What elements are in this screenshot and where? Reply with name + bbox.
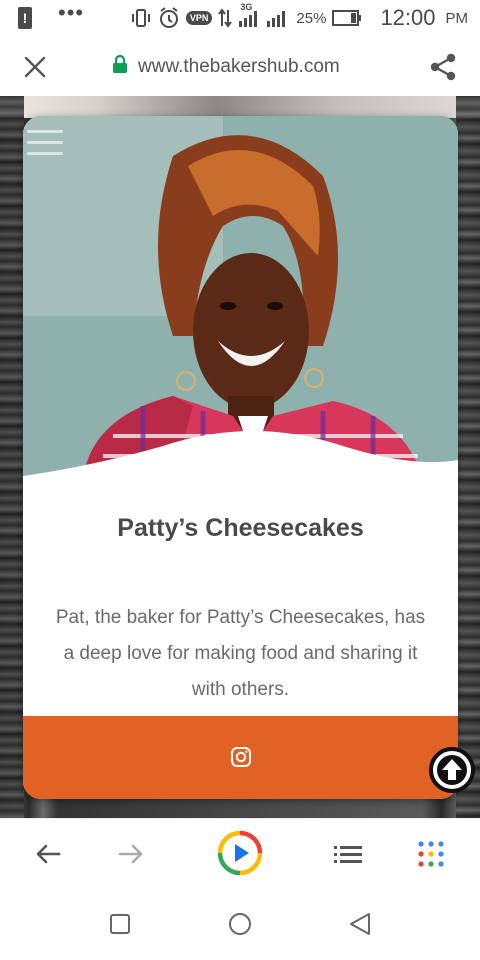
clock-ampm: PM [445, 9, 469, 27]
browser-toolbar [0, 818, 480, 888]
web-page: Patty’s Cheesecakes Pat, the baker for P… [0, 96, 480, 818]
data-transfer-icon [218, 8, 233, 28]
arrow-up-circle-icon [429, 747, 475, 793]
card-title: Patty’s Cheesecakes [117, 514, 364, 542]
triangle-back-icon [350, 913, 370, 935]
close-icon [24, 56, 46, 78]
card-footer [23, 716, 458, 799]
circle-icon [229, 913, 251, 935]
lock-icon [112, 54, 128, 79]
instagram-link[interactable] [230, 746, 252, 768]
instagram-icon [230, 746, 251, 767]
vpn-badge: VPN [185, 11, 213, 25]
url-text: www.thebakershub.com [138, 55, 340, 77]
battery-icon [332, 10, 362, 26]
back-button[interactable] [25, 831, 71, 877]
play-button[interactable] [216, 829, 264, 877]
address-bar: www.thebakershub.com [0, 36, 480, 96]
share-button[interactable] [428, 52, 458, 82]
menu-line [27, 130, 63, 133]
background-wood-left [0, 96, 24, 818]
battery-percent: 25% [296, 9, 327, 27]
card-description: Pat, the baker for Patty’s Cheesecakes, … [55, 607, 426, 700]
share-icon [430, 53, 456, 81]
square-icon [110, 914, 130, 934]
alarm-icon [158, 7, 180, 29]
system-back-button[interactable] [346, 910, 374, 938]
close-tab-button[interactable] [22, 54, 48, 80]
background-wood-top [0, 96, 480, 118]
list-icon [334, 846, 362, 863]
network-type-label: 3G [240, 2, 253, 12]
clock-time: 12:00 [380, 5, 436, 30]
vibrate-icon [130, 8, 152, 28]
status-bar: ! ••• VPN 3G 25% 12:00 PM [0, 0, 480, 36]
url-field[interactable]: www.thebakershub.com [112, 54, 340, 79]
back-to-top-button[interactable] [428, 746, 476, 794]
arrow-right-icon [118, 844, 143, 864]
arrow-left-icon [36, 844, 61, 864]
apps-button[interactable] [408, 831, 454, 877]
system-navigation-bar [0, 888, 480, 960]
forward-button[interactable] [108, 831, 154, 877]
recent-apps-button[interactable] [106, 910, 134, 938]
hamburger-menu-button[interactable] [27, 130, 65, 158]
background-wood-right [456, 96, 480, 818]
grid-dots-icon [418, 841, 444, 867]
more-notifications-icon: ••• [58, 0, 85, 25]
menu-line [27, 152, 63, 155]
signal-icon [266, 8, 288, 28]
profile-card: Patty’s Cheesecakes Pat, the baker for P… [23, 116, 458, 799]
list-button[interactable] [325, 831, 371, 877]
alert-icon: ! [18, 7, 32, 29]
profile-photo [23, 116, 458, 478]
play-circle-icon [217, 830, 263, 876]
home-button[interactable] [226, 910, 254, 938]
menu-line [27, 141, 63, 144]
signal-3g-icon: 3G [238, 2, 260, 28]
